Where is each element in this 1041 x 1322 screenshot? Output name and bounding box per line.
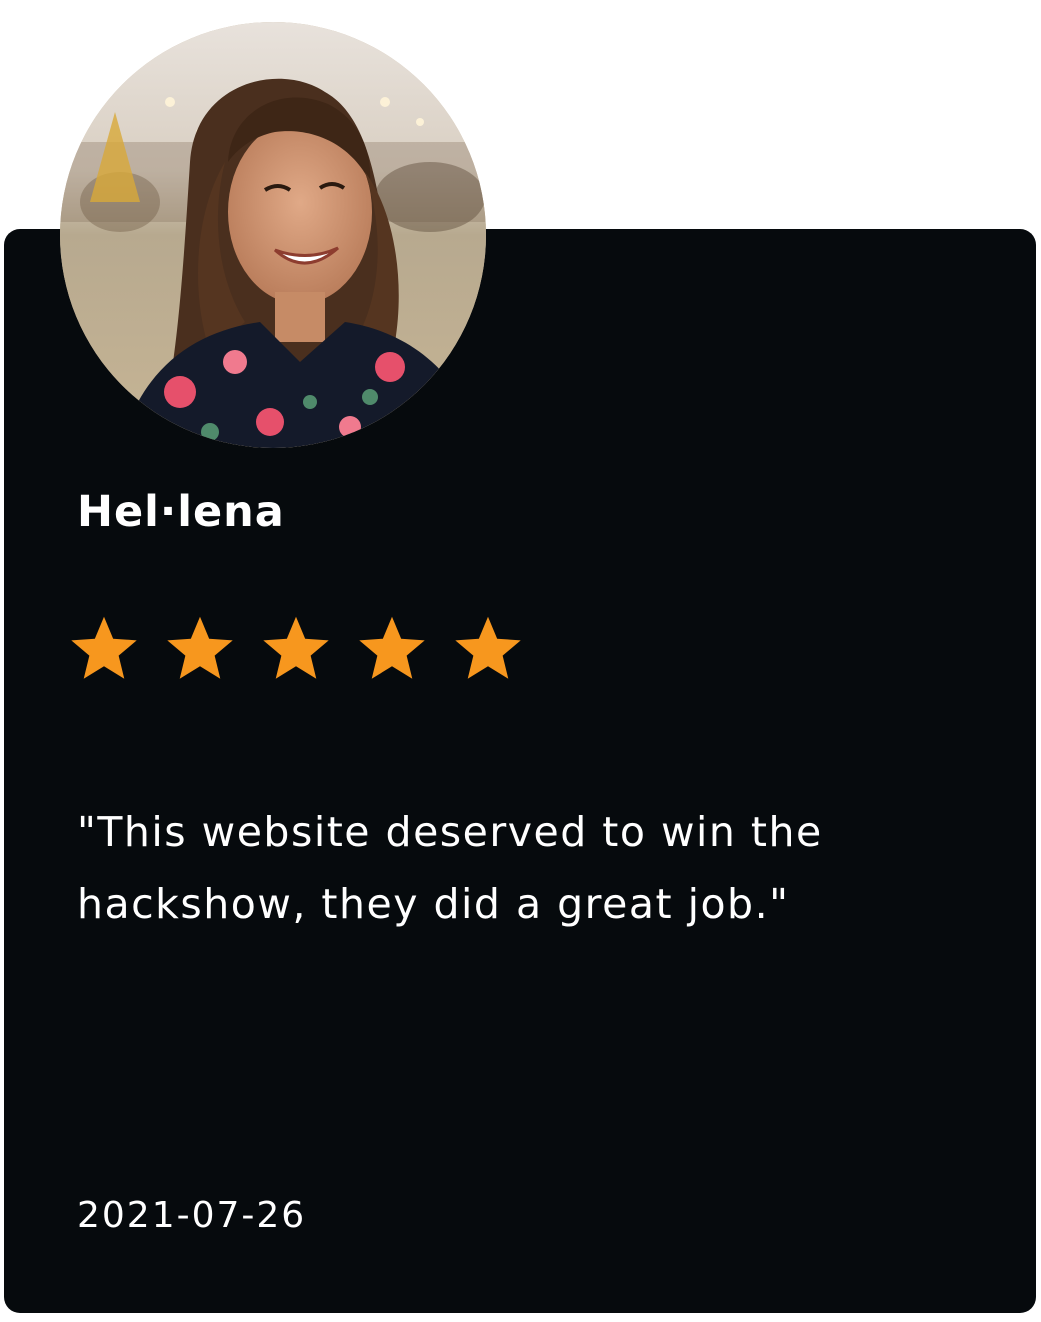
star-rating <box>68 612 548 684</box>
avatar <box>60 22 486 448</box>
star-icon <box>452 612 548 684</box>
star-icon <box>356 612 452 684</box>
star-icon <box>260 612 356 684</box>
avatar-photo <box>60 22 486 448</box>
review-date: 2021-07-26 <box>77 1195 307 1236</box>
review-quote: "This website deserved to win the hacksh… <box>77 808 823 928</box>
reviewer-name: Hel·lena <box>77 487 285 537</box>
star-icon <box>68 612 164 684</box>
star-icon <box>164 612 260 684</box>
review-page: Hel·lena "This website deserved to win t… <box>0 0 1041 1322</box>
